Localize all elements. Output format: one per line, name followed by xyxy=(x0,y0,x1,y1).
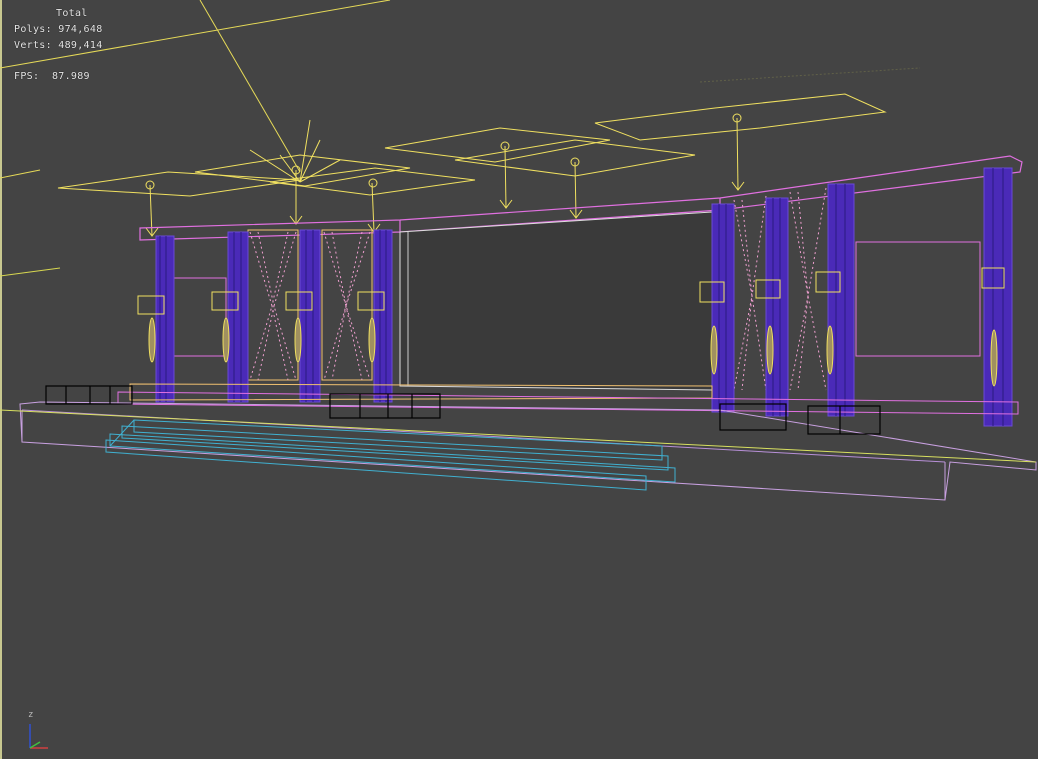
stats-fps: FPS: 87.989 xyxy=(14,69,103,85)
column xyxy=(711,203,735,413)
left-panels xyxy=(173,229,373,381)
column xyxy=(765,197,789,417)
area-light xyxy=(594,93,887,141)
axis-z-label: z xyxy=(28,710,34,720)
stats-polys: Polys: 974,648 xyxy=(14,22,103,38)
verts-value: 489,414 xyxy=(58,40,103,51)
stats-verts: Verts: 489,414 xyxy=(14,38,103,54)
viewport-perspective[interactable]: Total Polys: 974,648 Verts: 489,414 FPS:… xyxy=(0,0,1038,759)
right-panel xyxy=(855,241,981,357)
area-light xyxy=(57,171,301,197)
column xyxy=(827,183,855,417)
wireframe-scene[interactable] xyxy=(0,0,1038,759)
column xyxy=(227,231,249,403)
polys-value: 974,648 xyxy=(58,24,103,35)
area-light xyxy=(194,154,411,187)
column xyxy=(373,229,393,403)
viewport-statistics: Total Polys: 974,648 Verts: 489,414 FPS:… xyxy=(14,6,103,85)
dashed-guide xyxy=(699,67,921,83)
area-light xyxy=(384,127,611,163)
column xyxy=(299,229,321,403)
fps-label: FPS: xyxy=(14,71,40,82)
verts-label: Verts: xyxy=(14,40,52,51)
central-screen xyxy=(399,211,713,391)
column xyxy=(155,235,175,403)
stats-header: Total xyxy=(56,8,88,19)
horizon-line xyxy=(0,267,61,277)
axis-tripod-icon: z xyxy=(22,710,62,754)
light-guide-line xyxy=(199,0,301,173)
column xyxy=(983,167,1013,427)
light-guide-line xyxy=(0,169,41,179)
polys-label: Polys: xyxy=(14,24,52,35)
fps-value: 87.989 xyxy=(51,71,90,82)
